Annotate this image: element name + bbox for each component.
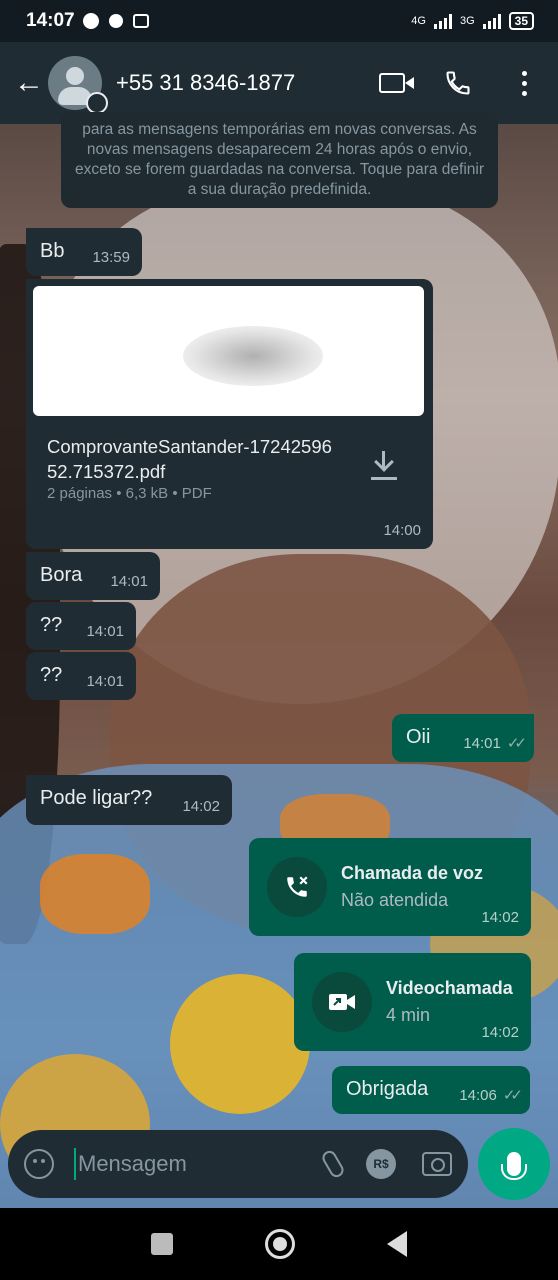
more-options-icon [521, 70, 527, 96]
contact-name[interactable]: +55 31 8346-1877 [116, 70, 346, 96]
message-bubble[interactable]: Obrigada 14:06 ✓✓ [332, 1066, 530, 1114]
message-text: ?? [40, 614, 63, 636]
camera-icon [422, 1152, 452, 1176]
message-time: 14:01 [86, 623, 124, 640]
battery-icon: 35 [508, 12, 534, 30]
message-text: Bora [40, 564, 83, 586]
video-camera-icon [379, 73, 414, 93]
back-button[interactable] [387, 1231, 407, 1257]
upload-icon [132, 14, 149, 28]
sync-icon [108, 14, 123, 28]
text-cursor [74, 1148, 76, 1180]
message-text: ?? [40, 664, 63, 686]
download-icon[interactable] [371, 451, 397, 481]
message-text: Bb [40, 240, 65, 262]
voice-call-button[interactable] [438, 69, 478, 97]
message-text: Oii [406, 726, 431, 748]
message-time: 14:02 [182, 798, 220, 815]
video-call-message[interactable]: Videochamada 4 min 14:02 [294, 953, 531, 1051]
message-time: 14:02 [481, 1024, 519, 1041]
missed-call-icon [267, 857, 327, 917]
message-text: Obrigada [346, 1078, 429, 1100]
currency-icon: R$ [366, 1149, 396, 1179]
camera-button[interactable] [422, 1152, 452, 1176]
emoji-icon[interactable] [24, 1149, 54, 1179]
home-button[interactable] [265, 1229, 295, 1259]
message-time: 14:02 [481, 909, 519, 926]
attach-button[interactable] [319, 1148, 347, 1180]
message-bubble[interactable]: Bora 14:01 [26, 552, 160, 600]
message-time: 14:01 [110, 573, 148, 590]
message-bubble[interactable]: Pode ligar?? 14:02 [26, 775, 232, 825]
network-label-1: 4G [411, 15, 426, 27]
message-bubble[interactable]: ?? 14:01 [26, 602, 136, 650]
document-message[interactable]: ComprovanteSantander-1724259652.715372.p… [26, 279, 433, 549]
disappearing-timer-icon [86, 92, 108, 114]
read-ticks-icon: ✓✓ [502, 1087, 523, 1104]
message-bubble[interactable]: Oii 14:01 ✓✓ [392, 714, 534, 762]
notification-dot-icon [82, 13, 99, 29]
paperclip-icon [319, 1148, 347, 1180]
message-bubble[interactable]: Bb 13:59 [26, 228, 142, 276]
phone-icon [446, 71, 470, 95]
signal-icon [433, 13, 452, 29]
video-call-button[interactable] [372, 73, 414, 93]
call-title: Videochamada [386, 978, 513, 998]
system-nav-bar [0, 1208, 558, 1280]
disappearing-messages-notice[interactable]: para as mensagens temporárias em novas c… [61, 112, 498, 208]
message-time: 14:00 [383, 522, 421, 539]
document-preview[interactable] [33, 286, 424, 416]
status-time: 14:07 [26, 10, 75, 31]
network-label-2: 3G [459, 15, 475, 27]
video-call-icon [312, 972, 372, 1032]
document-filename: ComprovanteSantander-1724259652.715372.p… [47, 436, 332, 482]
message-time: 14:06 ✓✓ [459, 1086, 523, 1105]
back-arrow-icon[interactable]: ← [14, 66, 44, 100]
message-input-bar: Mensagem R$ [8, 1130, 468, 1198]
call-title: Chamada de voz [341, 863, 484, 883]
message-input[interactable]: Mensagem [78, 1151, 300, 1177]
message-bubble[interactable]: ?? 14:01 [26, 652, 136, 700]
message-text: Pode ligar?? [40, 787, 153, 809]
signal-icon [482, 13, 501, 29]
message-time: 14:01 ✓✓ [463, 734, 527, 753]
read-ticks-icon: ✓✓ [506, 735, 527, 752]
recent-apps-button[interactable] [151, 1233, 173, 1255]
payment-button[interactable]: R$ [366, 1149, 396, 1179]
menu-button[interactable] [504, 70, 544, 96]
microphone-icon [501, 1152, 527, 1180]
voice-message-button[interactable] [478, 1128, 550, 1200]
message-time: 13:59 [92, 249, 130, 266]
document-info: 2 páginas • 6,3 kB • PDF [47, 485, 212, 502]
status-bar: 14:07 4G 3G 35 [0, 0, 558, 42]
call-duration: 4 min [386, 1005, 431, 1025]
message-time: 14:01 [86, 673, 124, 690]
call-status: Não atendida [341, 890, 449, 910]
voice-call-message[interactable]: Chamada de voz Não atendida 14:02 [249, 838, 531, 936]
notice-text: para as mensagens temporárias em novas c… [75, 121, 484, 198]
avatar[interactable] [48, 56, 108, 114]
